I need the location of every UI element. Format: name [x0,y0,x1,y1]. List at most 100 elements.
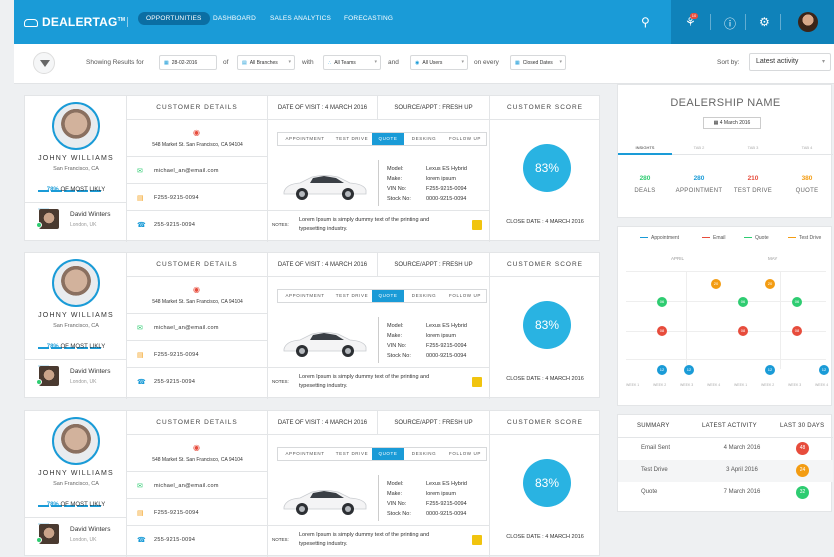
logo[interactable]: DEALERTAGTM [24,15,125,29]
summary-count-badge: 24 [796,464,809,477]
opportunity-card[interactable]: JOHNY WILLIAMS San Francisco, CA 78% OF … [24,95,600,242]
tab-appointment[interactable]: APPOINTMENT [278,290,332,302]
help-icon[interactable]: ⓘ [724,15,736,32]
activity-dot[interactable]: 08 [738,326,748,336]
tab-appointment[interactable]: APPOINTMENT [278,133,332,145]
date-select[interactable]: ▦ 28-02-2016 [159,55,217,70]
customer-name: JOHNY WILLIAMS [38,155,114,162]
summary-row[interactable]: Test Drive 3 April 2016 24 [618,460,833,482]
date-of-visit: DATE OF VISIT : 4 MARCH 2016 [268,253,378,277]
stat-label: QUOTE [795,188,819,194]
activity-dot[interactable]: 06 [738,297,748,307]
summary-date: 4 March 2016 [723,445,761,451]
date-of-visit: DATE OF VISIT : 4 MARCH 2016 [268,96,378,120]
customer-fax: F255-9215-0094 [154,195,199,201]
closed-dates-select[interactable]: ▦ Closed Dates ▾ [510,55,566,70]
phone-icon: ☎ [137,537,146,544]
tab-desking[interactable]: DESKING [404,290,444,302]
customer-phone[interactable]: 255-9215-0094 [154,379,195,385]
customer-details: CUSTOMER DETAILS ◉ 548 Market St. San Fr… [127,253,268,399]
note-icon[interactable] [472,220,482,230]
tab-quote[interactable]: QUOTE [372,448,404,460]
customer-details: CUSTOMER DETAILS ◉ 548 Market St. San Fr… [127,96,268,242]
tab-desking[interactable]: DESKING [404,448,444,460]
activity-dot[interactable]: 06 [657,297,667,307]
chevron-down-icon: ▾ [559,59,562,65]
stat-value: 280 [693,175,705,182]
customer-email[interactable]: michael_an@email.com [154,168,219,174]
users-select[interactable]: ◉ All Users ▾ [410,55,468,70]
activity-dot[interactable]: 12 [684,365,694,375]
stage-tabs: APPOINTMENT TEST DRIVE QUOTE DESKING FOL… [277,289,487,303]
activity-dot[interactable]: 12 [765,365,775,375]
note-icon[interactable] [472,535,482,545]
nav-dashboard[interactable]: DASHBOARD [213,15,256,22]
opportunity-card[interactable]: JOHNY WILLIAMS San Francisco, CA 78% OF … [24,252,600,399]
nav-opportunities[interactable]: OPPORTUNITIES [138,12,210,25]
customer-details-heading: CUSTOMER DETAILS [127,96,267,120]
activity-dot[interactable]: 12 [657,365,667,375]
email-icon: ✉ [137,325,143,332]
dealership-date[interactable]: ▦ 4 March 2016 [703,117,761,129]
legend-item: Test Drive [788,235,821,241]
customer-phone[interactable]: 255-9215-0094 [154,222,195,228]
search-icon[interactable]: ⚲ [641,15,650,29]
tab-follow-up[interactable]: FOLLOW UP [444,133,486,145]
nav-forecasting[interactable]: FORECASTING [344,15,393,22]
tab-desking[interactable]: DESKING [404,133,444,145]
tab-3[interactable]: TAB 3 [726,143,780,155]
score-circle: 83% [523,459,571,507]
note-icon[interactable] [472,377,482,387]
tab-test-drive[interactable]: TEST DRIVE [332,290,372,302]
tab-quote[interactable]: QUOTE [372,290,404,302]
customer-email[interactable]: michael_an@email.com [154,325,219,331]
activity-dot[interactable]: 08 [792,326,802,336]
visit-details: DATE OF VISIT : 4 MARCH 2016 SOURCE/APPT… [268,96,490,242]
sort-select[interactable]: Latest activity ▾ [749,53,831,71]
agent-name[interactable]: David Winters [70,211,110,218]
of-label: of [223,59,229,66]
vin-label: VIN No: [387,501,407,507]
dealership-tabs: INSIGHTS TAB 2 TAB 3 TAB 4 [618,143,833,155]
latest-activity-heading: LATEST ACTIVITY [702,423,757,429]
branches-select[interactable]: ▤ All Branches ▾ [237,55,295,70]
tab-2[interactable]: TAB 2 [672,143,726,155]
customer-phone[interactable]: 255-9215-0094 [154,537,195,543]
filter-icon[interactable] [33,52,55,74]
activity-dot[interactable]: 20 [765,279,775,289]
tab-insights[interactable]: INSIGHTS [618,143,672,155]
tab-test-drive[interactable]: TEST DRIVE [332,448,372,460]
nav-sales-analytics[interactable]: SALES ANALYTICS [270,15,331,22]
customer-email[interactable]: michael_an@email.com [154,483,219,489]
teams-select[interactable]: ∴ All Teams ▾ [323,55,381,70]
summary-row[interactable]: Email Sent 4 March 2016 48 [618,438,833,460]
tab-follow-up[interactable]: FOLLOW UP [444,448,486,460]
opportunity-card[interactable]: JOHNY WILLIAMS San Francisco, CA 78% OF … [24,410,600,557]
activity-dot[interactable]: 20 [711,279,721,289]
stat-test-drive: 210 TEST DRIVE [726,175,780,194]
activity-dot[interactable]: 12 [819,365,829,375]
stat-value: 210 [747,175,759,182]
tab-quote[interactable]: QUOTE [372,133,404,145]
customer-name: JOHNY WILLIAMS [38,470,114,477]
agent-name[interactable]: David Winters [70,368,110,375]
tab-follow-up[interactable]: FOLLOW UP [444,290,486,302]
week-label: WEEK 2 [653,383,667,387]
legend-item: Email [702,235,726,241]
week-label: WEEK 1 [734,383,748,387]
activity-dot[interactable]: 06 [792,297,802,307]
tab-test-drive[interactable]: TEST DRIVE [332,133,372,145]
activity-dot[interactable]: 08 [657,326,667,336]
location-pin-icon: ◉ [193,285,200,294]
tab-4[interactable]: TAB 4 [780,143,834,155]
chevron-down-icon: ▾ [461,59,464,65]
agent-name[interactable]: David Winters [70,526,110,533]
likelihood-text: 78% OF MOST LIKLY [46,344,106,350]
customer-location: San Francisco, CA [53,166,99,172]
calendar-icon: ▦ [713,120,719,126]
tab-appointment[interactable]: APPOINTMENT [278,448,332,460]
gear-icon[interactable]: ⚙ [759,15,770,29]
summary-row[interactable]: Quote 7 March 2016 32 [618,482,833,504]
user-avatar[interactable] [798,12,818,32]
agent-photo [39,366,59,386]
